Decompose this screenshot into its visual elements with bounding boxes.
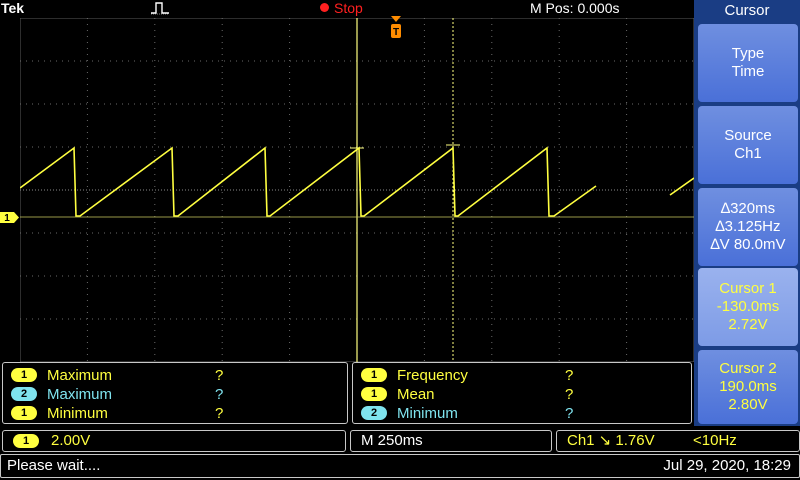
delta-voltage: ∆V 80.0mV xyxy=(710,236,786,253)
measurement-value: ? xyxy=(215,386,224,403)
cursor-delta-readout[interactable]: ∆320ms ∆3.125Hz ∆V 80.0mV xyxy=(698,188,798,266)
measurement-label: Maximum xyxy=(47,386,113,403)
measurement-row: 1 Maximum ? xyxy=(11,367,355,385)
trigger-position-marker-icon[interactable]: T xyxy=(390,16,402,40)
date-time: Jul 29, 2020, 18:29 xyxy=(663,457,791,474)
side-menu-title: Cursor xyxy=(724,2,770,19)
measurement-value: ? xyxy=(565,405,574,422)
delta-frequency: ∆3.125Hz xyxy=(715,218,781,235)
measurement-row: 2 Maximum ? xyxy=(11,386,355,404)
waveform-graticule[interactable] xyxy=(20,18,694,362)
horizontal-position-readout: M Pos: 0.000s xyxy=(530,0,620,16)
measurement-value: ? xyxy=(565,386,574,403)
measurement-value: ? xyxy=(565,367,574,384)
trigger-level-readout: Ch1 ↘ 1.76V xyxy=(567,432,655,449)
cursor-2-label: Cursor 2 xyxy=(719,360,777,377)
brand-logo: Tek xyxy=(1,0,25,16)
svg-text:1: 1 xyxy=(4,213,10,224)
delta-time: ∆320ms xyxy=(720,200,776,217)
measurement-panel-left[interactable]: 1 Maximum ? 2 Maximum ? 1 Minimum ? xyxy=(2,362,348,424)
channel-badge: 1 xyxy=(361,368,387,382)
status-message: Please wait.... xyxy=(7,457,101,474)
measurement-row: 1 Frequency ? xyxy=(361,367,699,385)
cursor-2-button[interactable]: Cursor 2 190.0ms 2.80V xyxy=(698,350,798,424)
cursor-type-button[interactable]: Type Time xyxy=(698,24,798,102)
cursor-source-value: Ch1 xyxy=(734,145,762,162)
measurement-label: Mean xyxy=(397,386,435,403)
measurement-value: ? xyxy=(215,405,224,422)
ch1-vertical-scale-box[interactable]: 1 2.00V xyxy=(2,430,346,452)
svg-text:T: T xyxy=(393,27,399,38)
cursor-type-value: Time xyxy=(731,63,765,80)
cursor-1-button[interactable]: Cursor 1 -130.0ms 2.72V xyxy=(698,268,798,346)
channel-badge: 1 xyxy=(11,406,37,420)
message-bar: Please wait.... Jul 29, 2020, 18:29 xyxy=(0,454,800,478)
timebase-box[interactable]: M 250ms xyxy=(350,430,552,452)
measurement-value: ? xyxy=(215,367,224,384)
cursor-1-label: Cursor 1 xyxy=(719,280,777,297)
acquisition-state: Stop xyxy=(334,0,363,16)
channel-badge: 2 xyxy=(11,387,37,401)
trigger-frequency-readout: <10Hz xyxy=(693,432,737,449)
cursor-2-time: 190.0ms xyxy=(719,378,777,395)
measurement-label: Minimum xyxy=(397,405,458,422)
channel-badge: 2 xyxy=(361,406,387,420)
ch1-level-marker-icon[interactable]: 1 xyxy=(0,211,20,224)
measurement-row: 2 Minimum ? xyxy=(361,405,699,423)
channel-badge: 1 xyxy=(11,368,37,382)
measurement-label: Maximum xyxy=(47,367,113,384)
cursor-source-label: Source xyxy=(724,127,772,144)
cursor-type-label: Type xyxy=(731,45,765,62)
channel-badge: 1 xyxy=(13,434,39,448)
measurement-label: Minimum xyxy=(47,405,108,422)
trigger-type-icon xyxy=(151,2,169,15)
trigger-box[interactable]: Ch1 ↘ 1.76V <10Hz xyxy=(556,430,800,452)
cursor-1-voltage: 2.72V xyxy=(728,316,768,333)
measurement-panel-right[interactable]: 1 Frequency ? 1 Mean ? 2 Minimum ? xyxy=(352,362,692,424)
cursor-source-button[interactable]: Source Ch1 xyxy=(698,106,798,184)
volts-per-div: 2.00V xyxy=(51,432,91,449)
measurement-label: Frequency xyxy=(397,367,468,384)
cursor-2-voltage: 2.80V xyxy=(728,396,768,413)
measurement-row: 1 Minimum ? xyxy=(11,405,355,423)
measurement-row: 1 Mean ? xyxy=(361,386,699,404)
stop-indicator-icon xyxy=(320,3,329,12)
cursor-1-time: -130.0ms xyxy=(716,298,780,315)
channel-badge: 1 xyxy=(361,387,387,401)
timebase-readout: M 250ms xyxy=(361,432,423,449)
